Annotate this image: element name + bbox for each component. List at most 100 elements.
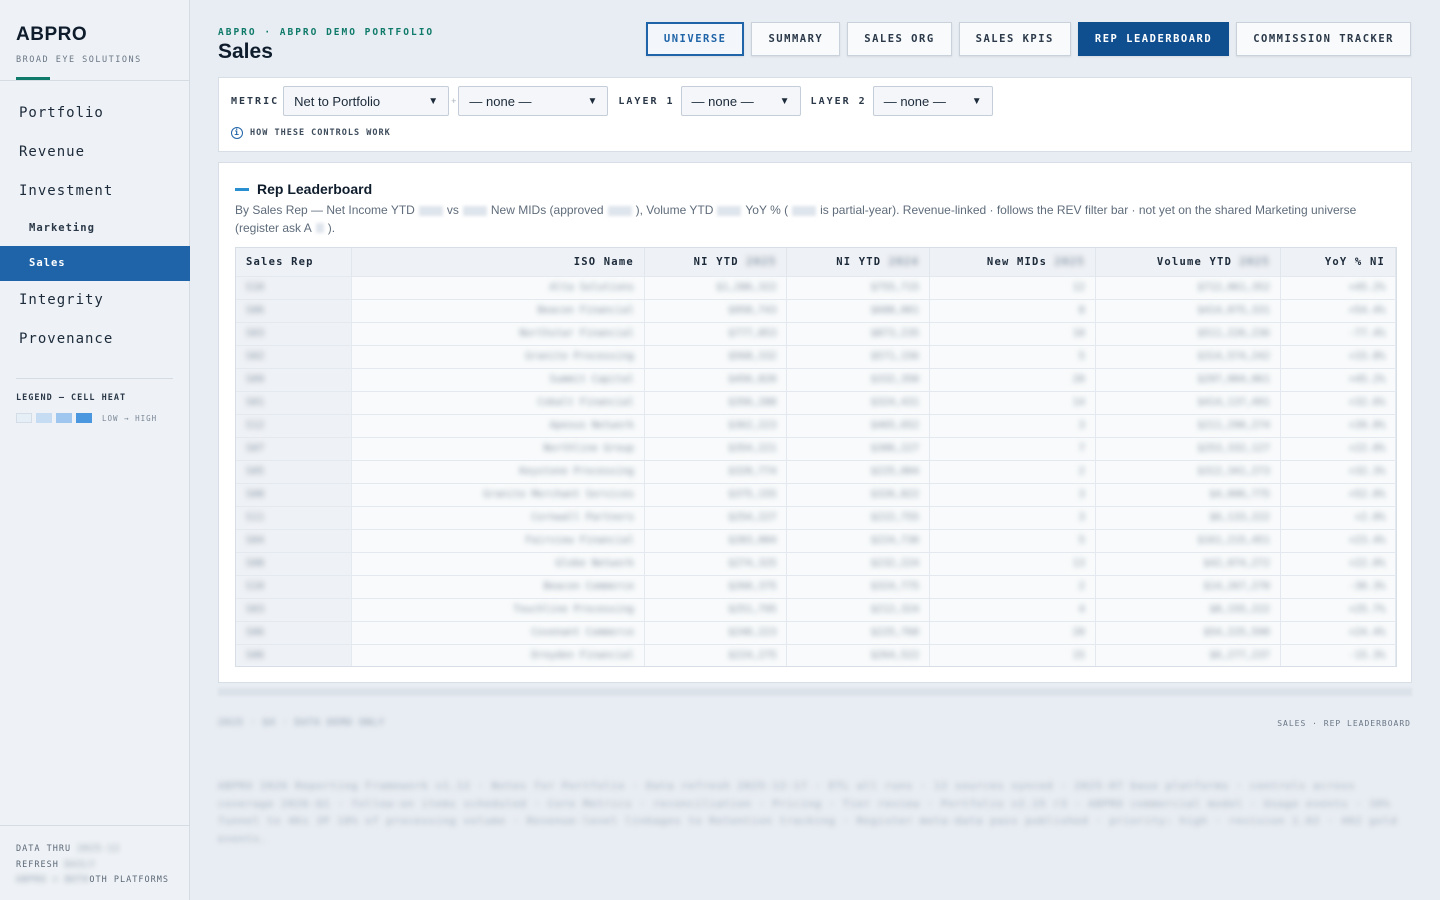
col-header-ni-ytd-current[interactable]: NI YTD 2025 [644, 248, 788, 276]
table-cell-ni1: $958,743 [644, 298, 788, 322]
col-header-ni-ytd-prior[interactable]: NI YTD 2024 [786, 248, 930, 276]
cell-value: +23.4% [1348, 535, 1385, 546]
redacted-value [462, 205, 487, 216]
sidebar-item-integrity[interactable]: Integrity [0, 281, 190, 320]
cell-value: $224,275 [728, 650, 777, 662]
layer1-label: LAYER 1 [618, 95, 675, 107]
sidebar-item-revenue[interactable]: Revenue [0, 133, 190, 172]
secondary-metric-select[interactable]: — none — ▼ [458, 86, 609, 116]
table-row[interactable]: S08 Granite Merchant Services $375,155 $326… [236, 482, 1396, 506]
table-row[interactable]: S10 Beacon Commerce $260,375 $324,775 2 $14,2… [236, 574, 1396, 598]
cell-value: S08 [246, 489, 265, 500]
cell-value: $362,223 [728, 420, 777, 431]
title-accent-icon [235, 187, 249, 191]
table-row[interactable]: S06 Dreyden Financial $224,275 $264,522 15 $6… [236, 643, 1396, 666]
table-cell-vol: $712,061,352 [1095, 275, 1281, 299]
cell-value: $232,224 [870, 558, 919, 569]
breadcrumb: ABPRO · ABPRO DEMO PORTFOLIO [218, 27, 435, 38]
col-header-yoy[interactable]: YoY % NI [1280, 248, 1396, 276]
desc-part: ), Volume YTD [635, 203, 714, 217]
table-cell-rep: S03 [236, 597, 352, 621]
table-row[interactable]: S10 Alta Solutions $1,286,322 $755,715 12 $71… [236, 275, 1396, 299]
brand-name: ABPRO [16, 24, 88, 45]
sidebar-item-marketing[interactable]: Marketing [0, 211, 190, 246]
sidebar-item-sales[interactable]: Sales [0, 246, 190, 281]
table-row[interactable]: S03 Touchline Processing $251,795 $212,324 4… [236, 597, 1396, 621]
cell-value: -77.4% [1348, 328, 1385, 339]
cell-value: 14 [1072, 397, 1085, 408]
table-cell-yoy: +22.0% [1280, 436, 1396, 460]
col-header-label: Volume YTD [1156, 255, 1233, 268]
table-cell-mids: 2 [929, 574, 1096, 598]
table-cell-yoy: +23.4% [1280, 528, 1396, 552]
cell-value: $571,156 [870, 351, 919, 362]
table-cell-iso: Fairview Financial [351, 528, 645, 552]
table-row[interactable]: S04 Fairview Financial $283,004 $224,730 5 $1… [236, 528, 1396, 552]
col-header-sales-rep[interactable]: Sales Rep [236, 248, 352, 276]
cell-value: $354,221 [728, 443, 777, 454]
cell-value: S10 [246, 581, 265, 592]
layer1-select[interactable]: — none — ▼ [680, 86, 801, 116]
table-row[interactable]: S07 Northline Group $354,221 $306,227 7 $253,… [236, 436, 1396, 460]
table-cell-ni1: $274,325 [644, 551, 788, 575]
table-row[interactable]: S11 Cornwall Partners $254,227 $222,755 3 $6,… [236, 505, 1396, 529]
chevron-down-icon: ▼ [971, 95, 982, 107]
tab-sales-org[interactable]: SALES ORG [847, 22, 952, 56]
sidebar-item-investment[interactable]: Investment [0, 172, 190, 211]
metric-select[interactable]: Net to Portfolio ▼ [283, 86, 450, 116]
table-row[interactable]: S06 Covenant Commerce $240,223 $225,760 20 $5… [236, 620, 1396, 644]
table-row[interactable]: S03 Northstar Financial $777,853 $873,235 10… [236, 321, 1396, 345]
table-cell-ni2: $232,224 [786, 551, 930, 575]
cell-value: $264,522 [870, 650, 919, 662]
data-thru-value: 2025-12 [77, 844, 121, 854]
sidebar-item-portfolio[interactable]: Portfolio [0, 94, 190, 133]
table-cell-iso: Cobalt Financial [351, 390, 645, 414]
cell-value: 2 [1078, 466, 1085, 477]
chevron-down-icon: ▼ [587, 95, 598, 107]
table-row[interactable]: S02 Granite Processing $568,332 $571,156 5 $3… [236, 344, 1396, 368]
table-cell-iso: Northline Group [351, 436, 645, 460]
legend: LEGEND — CELL HEAT LOW → HIGH [16, 378, 173, 423]
leaderboard-table-container[interactable]: Sales Rep ISO Name NI YTD 2025 NI YTD 20… [235, 247, 1397, 667]
table-cell-iso: Keystone Processing [351, 459, 645, 483]
tab-rep-leaderboard[interactable]: REP LEADERBOARD [1077, 22, 1230, 56]
table-row[interactable]: S09 Summit Capital $456,820 $332,350 20 $297,… [236, 367, 1396, 391]
tab-sales-kpis[interactable]: SALES KPIS [958, 22, 1071, 56]
col-header-new-mids[interactable]: New MIDs 2025 [929, 248, 1096, 276]
cell-value: S09 [246, 374, 265, 385]
col-header-volume-ytd[interactable]: Volume YTD 2025 [1095, 248, 1281, 276]
tab-summary[interactable]: SUMMARY [751, 22, 841, 56]
table-cell-yoy: +52.0% [1280, 482, 1396, 506]
layer2-select[interactable]: — none — ▼ [872, 86, 993, 116]
table-row[interactable]: S01 Cobalt Financial $356,288 $324,431 14 $41… [236, 390, 1396, 414]
cell-value: S03 [246, 604, 265, 615]
tab-universe[interactable]: UNIVERSE [645, 22, 745, 56]
table-cell-ni2: $225,004 [786, 459, 930, 483]
cell-value: Granite Merchant Services [483, 489, 634, 500]
cell-value: $873,235 [870, 328, 919, 339]
help-link[interactable]: i HOW THESE CONTROLS WORK [231, 127, 391, 139]
table-cell-ni1: $356,288 [644, 390, 788, 414]
table-header-row: Sales Rep ISO Name NI YTD 2025 NI YTD 20… [236, 248, 1396, 276]
cell-value: S07 [246, 443, 265, 454]
cell-value: $251,795 [728, 604, 777, 615]
cell-value: S06 [246, 650, 265, 662]
table-row[interactable]: S05 Keystone Processing $320,774 $225,004 2 $… [236, 459, 1396, 483]
table-row[interactable]: S08 Globe Network $274,325 $232,224 13 $42,07… [236, 551, 1396, 575]
table-row[interactable]: S12 Apexus Network $362,223 $465,652 3 $211,2… [236, 413, 1396, 437]
layer1-select-value: — none — [691, 93, 754, 109]
table-cell-ni1: $251,795 [644, 597, 788, 621]
layer2-label: LAYER 2 [810, 95, 867, 107]
cell-value: $212,324 [870, 604, 919, 615]
col-header-year: 2025 [1054, 255, 1085, 268]
table-cell-rep: S10 [236, 574, 352, 598]
sidebar-item-provenance[interactable]: Provenance [0, 320, 190, 359]
cell-value: $253,332,127 [1197, 443, 1270, 454]
table-cell-yoy: +2.0% [1280, 505, 1396, 529]
cell-value: S02 [246, 351, 265, 362]
col-header-iso-name[interactable]: ISO Name [351, 248, 645, 276]
cell-value: Northline Group [543, 443, 634, 454]
page-title: Sales [218, 40, 273, 63]
table-row[interactable]: S06 Beacon Financial $958,743 $688,001 8 $414… [236, 298, 1396, 322]
tab-commission-tracker[interactable]: COMMISSION TRACKER [1236, 22, 1411, 56]
